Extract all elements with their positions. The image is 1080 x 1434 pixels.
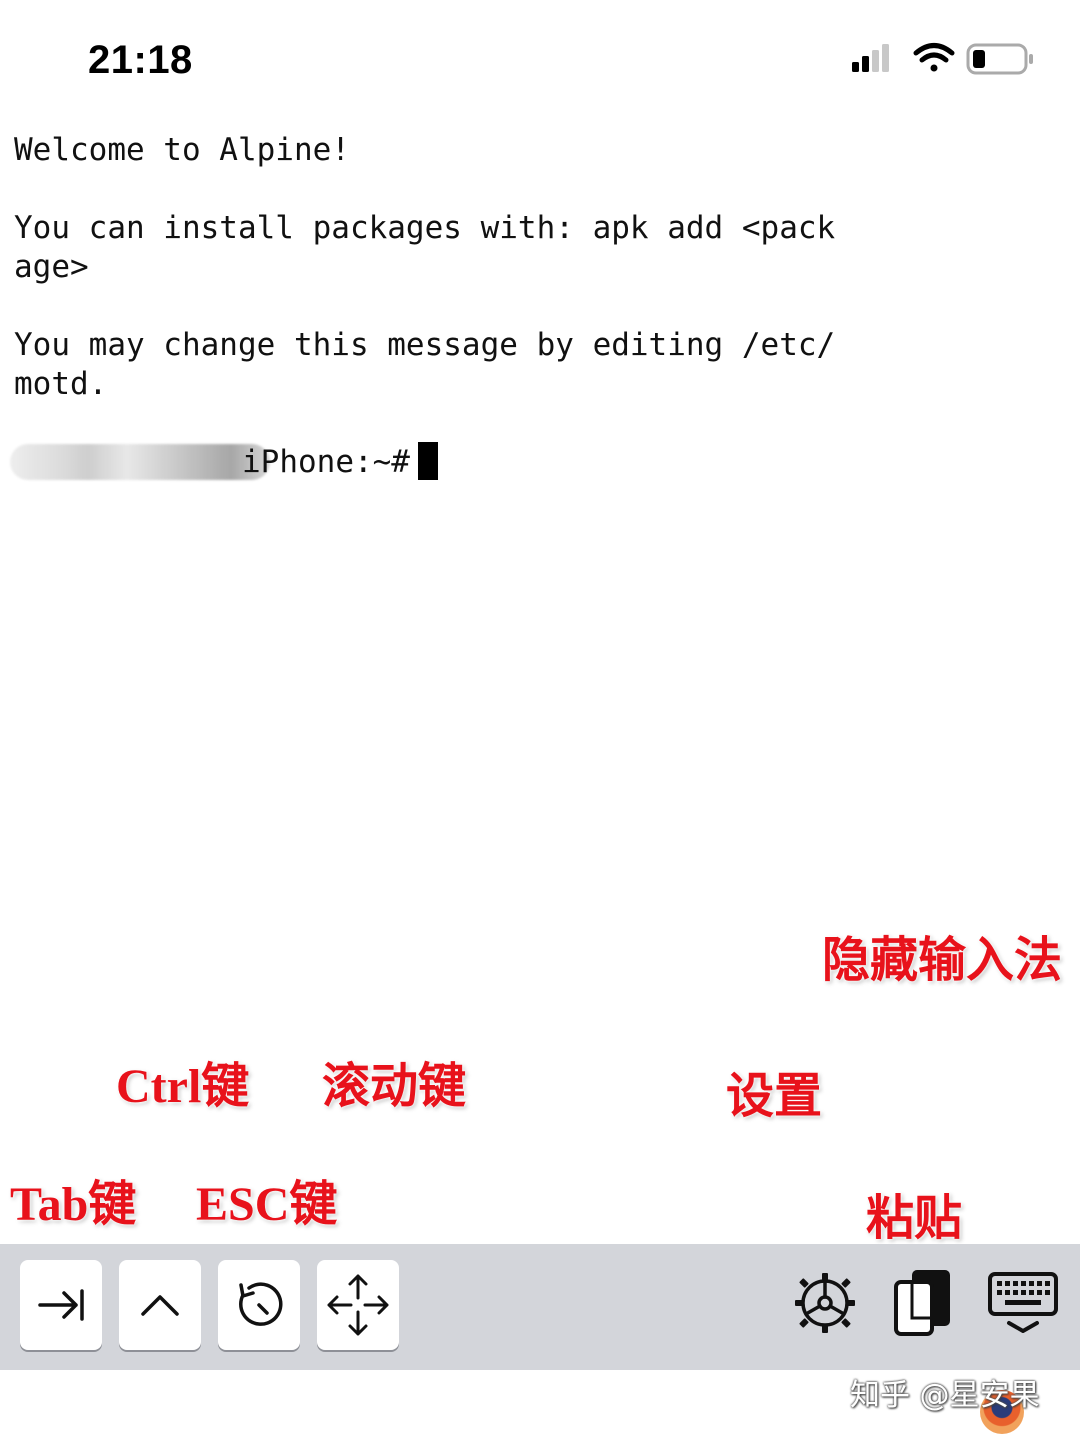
battery-icon <box>966 43 1033 75</box>
scroll-key[interactable] <box>317 1260 399 1350</box>
annotation-settings: 设置 <box>726 1070 823 1123</box>
move-arrows-icon <box>327 1274 389 1336</box>
status-icons <box>848 40 1038 80</box>
ctrl-key[interactable] <box>119 1260 201 1350</box>
terminal-line: Welcome to Alpine! <box>14 132 350 168</box>
cellular-signal-icon <box>852 44 889 72</box>
hide-keyboard-icon <box>988 1272 1058 1333</box>
status-time: 21:18 <box>88 38 193 82</box>
terminal-line: You can install packages with: apk add <… <box>14 210 836 246</box>
tab-key[interactable] <box>20 1260 102 1350</box>
text-cursor <box>417 442 438 480</box>
settings-button[interactable] <box>790 1268 860 1338</box>
annotation-scroll-key: 滚动键 <box>322 1060 467 1113</box>
terminal-line: motd. <box>14 366 108 402</box>
annotation-tab-key: Tab键 <box>10 1178 137 1231</box>
paste-button[interactable] <box>888 1268 958 1338</box>
prompt-text: iPhone:~# <box>242 444 410 480</box>
wifi-icon <box>913 43 955 72</box>
terminal-line: You may change this message by editing /… <box>14 327 836 363</box>
shell-prompt: iPhone:~# <box>242 442 438 482</box>
esc-key[interactable] <box>218 1260 300 1350</box>
watermark: 知乎 @星安果 <box>850 1378 1040 1413</box>
paste-clipboard-icon <box>894 1270 950 1336</box>
keyboard-accessory-toolbar <box>0 1244 1080 1370</box>
hide-keyboard-button[interactable] <box>986 1268 1060 1338</box>
terminal-line: age> <box>14 249 89 285</box>
settings-gear-icon <box>795 1273 855 1333</box>
annotation-ctrl-key: Ctrl键 <box>116 1060 250 1113</box>
caret-up-icon <box>141 1295 179 1316</box>
annotation-paste: 粘贴 <box>866 1192 963 1245</box>
redacted-hostname <box>10 444 270 480</box>
annotation-esc-key: ESC键 <box>196 1178 338 1231</box>
tab-arrow-icon <box>38 1289 84 1321</box>
annotation-hide-keyboard: 隐藏输入法 <box>822 934 1063 987</box>
history-clock-icon <box>239 1282 283 1326</box>
